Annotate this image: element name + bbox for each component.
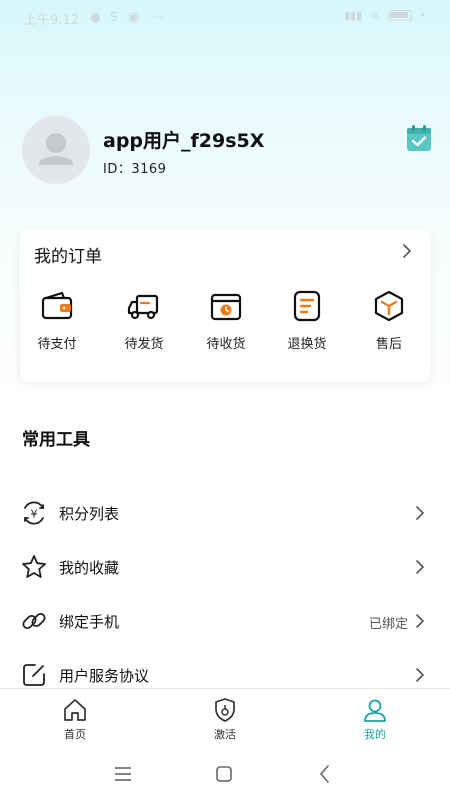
home-square-icon[interactable] (212, 762, 236, 786)
tool-bind-phone[interactable]: 绑定手机 已绑定 (0, 594, 450, 648)
order-to-ship[interactable]: 待发货 (109, 281, 179, 359)
notification-icon: ▣ (128, 10, 140, 24)
status-right: ▮▮▮ ≋ • (344, 9, 426, 22)
link-icon (22, 612, 46, 630)
return-doc-icon (293, 290, 321, 322)
tab-activate[interactable]: 激活 (180, 689, 270, 745)
tool-label: 绑定手机 (59, 613, 120, 631)
order-to-receive[interactable]: 待收货 (191, 281, 261, 359)
star-icon (22, 555, 46, 578)
default-avatar-icon (39, 133, 73, 165)
chevron-right-icon (416, 614, 425, 628)
order-label: 退换货 (287, 337, 327, 352)
menu-icon[interactable] (111, 762, 135, 786)
charging-icon: • (419, 9, 427, 22)
shield-icon (215, 698, 235, 722)
chevron-right-icon (403, 244, 412, 258)
points-icon: ¥ (24, 501, 44, 525)
tab-label: 我的 (364, 728, 386, 741)
user-id: ID：3169 (103, 162, 167, 177)
order-label: 待收货 (206, 337, 246, 352)
avatar[interactable] (22, 116, 90, 184)
edit-doc-icon (23, 664, 45, 686)
order-label: 待发货 (124, 337, 164, 352)
tab-home[interactable]: 首页 (30, 689, 120, 745)
alert-icon: ● (90, 10, 101, 24)
tool-label: 我的收藏 (59, 559, 120, 577)
tool-label: 用户服务协议 (59, 667, 150, 685)
package-clock-icon (210, 293, 242, 321)
status-bar: 上午9:12 ● S ▣ ··· ▮▮▮ ≋ • (0, 0, 450, 34)
home-icon (64, 699, 86, 721)
tab-label: 激活 (214, 728, 236, 741)
order-pending-payment[interactable]: 待支付 (22, 281, 92, 359)
signal-icon: ▮▮▮ (344, 9, 363, 22)
wallet-icon (41, 291, 73, 320)
username: app用户_f29s5X (103, 130, 265, 152)
order-label: 待支付 (37, 337, 77, 352)
status-time: 上午9:12 (24, 13, 80, 28)
orders-card: 我的订单 待支付 待发货 待收货 退换货 售后 (20, 229, 431, 382)
service-box-icon (374, 290, 404, 322)
svg-text:¥: ¥ (31, 508, 38, 521)
order-label: 售后 (375, 337, 402, 352)
wifi-icon: ≋ (370, 9, 380, 22)
sim-icon: S (110, 10, 118, 24)
tab-label: 首页 (64, 728, 86, 741)
order-returns[interactable]: 退换货 (272, 281, 342, 359)
chevron-right-icon (416, 668, 425, 682)
orders-title: 我的订单 (34, 247, 102, 267)
tools-title: 常用工具 (22, 430, 90, 450)
tool-label: 积分列表 (59, 505, 120, 523)
back-icon[interactable] (313, 762, 337, 786)
calendar-check-icon[interactable] (406, 124, 432, 152)
truck-icon (127, 294, 159, 320)
tool-favorites[interactable]: 我的收藏 (0, 540, 450, 594)
phone-bound-status: 已绑定 (368, 617, 408, 632)
tab-bar: 首页 激活 我的 (0, 688, 450, 748)
more-notifications-icon: ··· (152, 10, 164, 24)
system-nav-bar (0, 748, 450, 800)
tool-points-list[interactable]: ¥ 积分列表 (0, 486, 450, 540)
tab-mine[interactable]: 我的 (330, 689, 420, 745)
orders-header[interactable]: 我的订单 (20, 229, 431, 275)
order-after-sales[interactable]: 售后 (354, 281, 424, 359)
user-icon (364, 699, 386, 722)
chevron-right-icon (416, 506, 425, 520)
battery-icon (387, 10, 412, 21)
chevron-right-icon (416, 560, 425, 574)
